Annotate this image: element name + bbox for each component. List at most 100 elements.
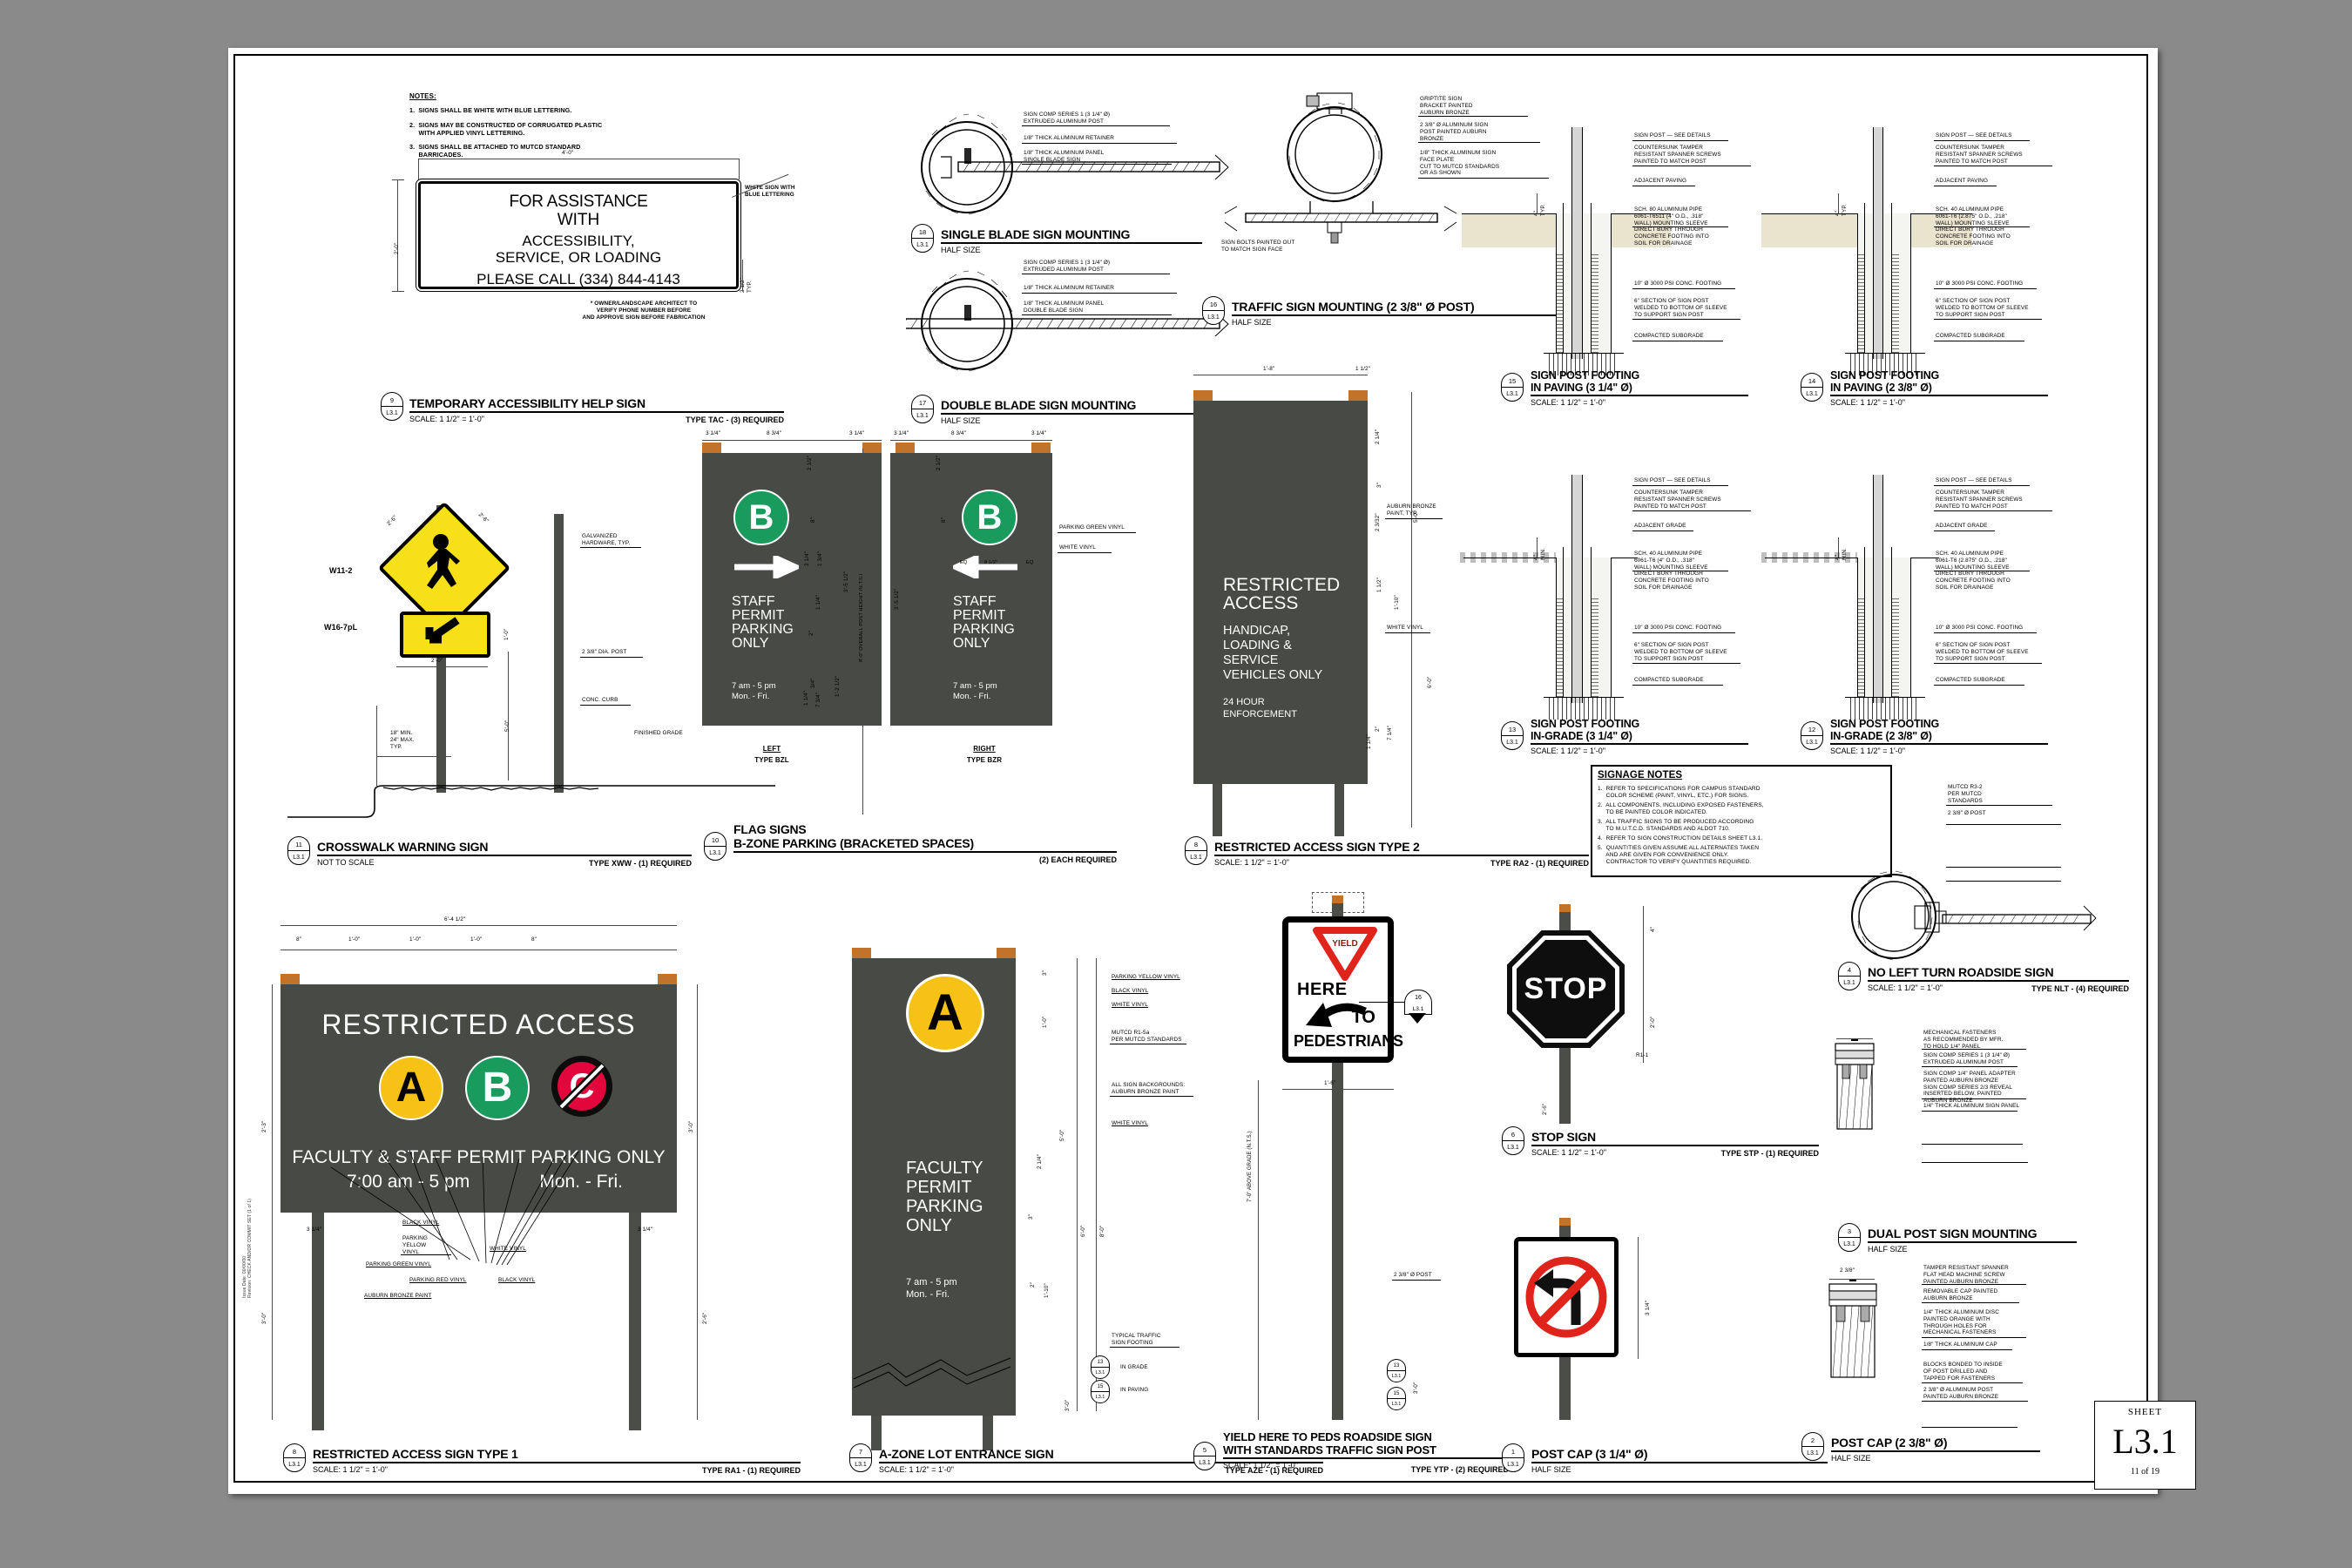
dimension-label: 8 1/2" bbox=[984, 560, 998, 565]
detail-bubble-sheet: L3.1 bbox=[381, 406, 403, 421]
detail-title: DOUBLE BLADE SIGN MOUNTING bbox=[941, 398, 1137, 412]
dimension-label: 1'-8" bbox=[1263, 366, 1275, 372]
dimension-label: 2 3/32" bbox=[1375, 513, 1381, 531]
dimension-label: 2 1/2" bbox=[807, 455, 813, 470]
detail-bubble-ref[interactable]: 15 L3.1 bbox=[1091, 1380, 1110, 1404]
detail-required: TYPE XWW - (1) REQUIRED bbox=[588, 859, 692, 868]
detail-scale: HALF SIZE bbox=[941, 245, 981, 254]
ra2-body-line: SERVICE bbox=[1223, 653, 1279, 667]
note-item: 2. SIGNS MAY BE CONSTRUCTED OF CORRUGATE… bbox=[409, 121, 603, 137]
detail-bubble-sheet: L3.1 bbox=[287, 850, 310, 865]
dimension-label: 3 1/4" bbox=[849, 430, 865, 436]
detail-bubble-number: 4 bbox=[1838, 962, 1861, 977]
detail-bubble-sheet: L3.1 bbox=[911, 238, 934, 253]
callout: WHITE VINYL bbox=[1059, 544, 1096, 551]
tac-sign-face: FOR ASSISTANCE WITH ACCESSIBILITY, SERVI… bbox=[416, 179, 741, 292]
callout: COMPACTED SUBGRADE bbox=[1936, 677, 2005, 683]
dimension-label: 2'-6" bbox=[702, 1312, 708, 1324]
w11-2-sign bbox=[377, 501, 511, 635]
detail-bubble-sheet: L3.1 bbox=[1193, 1456, 1216, 1470]
callout: ADJACENT GRADE bbox=[1936, 523, 1988, 529]
callout: SIGN POST — SEE DETAILS bbox=[1634, 132, 1711, 139]
callout: WHITE SIGN WITH BLUE LETTERING bbox=[745, 185, 795, 198]
detail-bubble-ref[interactable]: 13 L3.1 bbox=[1091, 1355, 1110, 1380]
detail-bubble-number: 18 bbox=[911, 224, 934, 239]
detail-bubble-number: 14 bbox=[1801, 373, 1823, 388]
footing-note: IN GRADE bbox=[1120, 1364, 1148, 1370]
detail-bubble: 17 L3.1 bbox=[911, 395, 934, 424]
callout: COMPACTED SUBGRADE bbox=[1634, 333, 1704, 339]
dimension-label: 2'-0" bbox=[1650, 1016, 1656, 1028]
detail-required: TYPE RA1 - (1) REQUIRED bbox=[701, 1466, 801, 1475]
detail-title-line2: IN PAVING (2 3/8" Ø) bbox=[1830, 382, 1932, 394]
dimension-label: 8" bbox=[810, 517, 816, 523]
dimension-label: 8'-0" bbox=[1099, 1225, 1105, 1237]
detail-title: TRAFFIC SIGN MOUNTING (2 3/8" Ø POST) bbox=[1232, 300, 1475, 314]
dimension-label: 3 1/4" bbox=[1645, 1300, 1651, 1315]
detail-title-line2: IN-GRADE (3 1/4" Ø) bbox=[1531, 730, 1632, 742]
dimension-label: 4" bbox=[1650, 926, 1656, 932]
dimension-label: 1 1/4" bbox=[803, 690, 809, 706]
callout: 1/8" THICK ALUMINUM PANEL SINGLE BLADE S… bbox=[1024, 150, 1105, 163]
detail-title: POST CAP (2 3/8" Ø) bbox=[1831, 1436, 1948, 1450]
callout: SIGN COMP SERIES 1 (3 1/4" Ø) EXTRUDED A… bbox=[1024, 260, 1111, 273]
detail-bubble: 3 L3.1 bbox=[1838, 1223, 1861, 1253]
callout: 10" Ø 3000 PSI CONC. FOOTING bbox=[1936, 625, 2024, 631]
detail-bubble-ref[interactable]: 13 L3.1 bbox=[1387, 1359, 1406, 1383]
bzl-sign-panel: B STAFF PERMIT PARKING ONLY 7 am - 5 pm … bbox=[702, 453, 882, 726]
dimension-label: 1'-0" bbox=[470, 936, 483, 943]
callout: WHITE VINYL bbox=[1387, 625, 1423, 631]
detail-bubble-number: 16 bbox=[1202, 296, 1225, 311]
detail-bubble-sheet: L3.1 bbox=[1501, 387, 1524, 402]
callout: 2 3/8" Ø ALUMINUM SIGN POST PAINTED AUBU… bbox=[1420, 122, 1489, 142]
detail-scale: SCALE: 1 1/2" = 1'-0" bbox=[1830, 397, 1905, 407]
callout: 2 3/8" Ø POST bbox=[1948, 810, 1986, 816]
ra2-sign-panel: RESTRICTED ACCESS HANDICAP, LOADING & SE… bbox=[1193, 401, 1368, 784]
bzl-label: LEFT bbox=[762, 745, 781, 753]
detail-scale: HALF SIZE bbox=[1232, 317, 1272, 327]
detail-bubble: 7 L3.1 bbox=[849, 1443, 872, 1473]
dimension-label: 1'-0" bbox=[409, 936, 422, 943]
notes-title: NOTES: bbox=[409, 92, 436, 100]
callout: ADJACENT GRADE bbox=[1634, 523, 1686, 529]
callout: GALVANIZED HARDWARE, TYP. bbox=[582, 533, 631, 546]
zone-a-badge: A bbox=[906, 974, 984, 1052]
dimension-label: 2 1/2" bbox=[936, 455, 942, 470]
callout: ADJACENT PAVING bbox=[1936, 178, 1989, 184]
callout: REMOVABLE CAP PAINTED AUBURN BRONZE bbox=[1923, 1288, 1998, 1301]
arrow-left-icon bbox=[953, 556, 1017, 578]
callout: COUNTERSUNK TAMPER RESISTANT SPANNER SCR… bbox=[1936, 490, 2023, 510]
ra2-body-line: LOADING & bbox=[1223, 639, 1292, 652]
detail-bubble-number: 6 bbox=[1502, 1126, 1524, 1141]
edge-stamp: Issue Date: 00/00/00 Revision: CHECK AND… bbox=[242, 1198, 253, 1298]
detail-title-line1: SIGN POST FOOTING bbox=[1830, 369, 1940, 382]
dimension-label: 8" bbox=[941, 517, 947, 523]
bzr-type: TYPE BZR bbox=[966, 756, 1003, 764]
detail-bubble: 8 L3.1 bbox=[283, 1443, 306, 1473]
dimension-label: 2'-0" bbox=[431, 658, 443, 664]
detail-bubble-ref[interactable]: 15 L3.1 bbox=[1387, 1387, 1406, 1411]
detail-bubble-sheet: L3.1 bbox=[1801, 387, 1823, 402]
ra2-body-line: HANDICAP, bbox=[1223, 624, 1291, 638]
aze-line: ONLY bbox=[906, 1216, 952, 1235]
callout: SIGN POST — SEE DETAILS bbox=[1936, 132, 2012, 139]
detail-bubble-number: 10 bbox=[704, 832, 727, 847]
ra1-title: RESTRICTED ACCESS bbox=[321, 1009, 636, 1040]
dimension-label: 4" TYP. bbox=[1533, 204, 1546, 216]
detail-required: (2) EACH REQUIRED bbox=[1038, 855, 1117, 864]
tac-footnote: * OWNER/LANDSCAPE ARCHITECT TO VERIFY PH… bbox=[582, 301, 706, 321]
detail-bubble: 10 L3.1 bbox=[704, 832, 727, 862]
detail-ref-bubble-16[interactable]: 16 L3.1 bbox=[1404, 990, 1432, 1024]
detail-bubble-sheet: L3.1 bbox=[1838, 1237, 1861, 1252]
dimension-label: 3'-0" bbox=[1413, 1382, 1419, 1394]
footing-note: IN PAVING bbox=[1120, 1387, 1149, 1393]
dimension-label: 2 1/4" bbox=[1375, 429, 1381, 444]
detail-bubble-sheet: L3.1 bbox=[1502, 1457, 1524, 1472]
detail-bubble-number: 7 bbox=[849, 1443, 872, 1458]
dimension-label: 8 3/4" bbox=[767, 430, 782, 436]
signage-note-item: 4. REFER TO SIGN CONSTRUCTION DETAILS SH… bbox=[1598, 835, 1763, 841]
detail-bubble: 14 L3.1 bbox=[1801, 373, 1823, 402]
grade-line bbox=[287, 785, 775, 818]
dimension-label: EQ bbox=[960, 560, 968, 565]
double-blade-section bbox=[906, 270, 1229, 372]
